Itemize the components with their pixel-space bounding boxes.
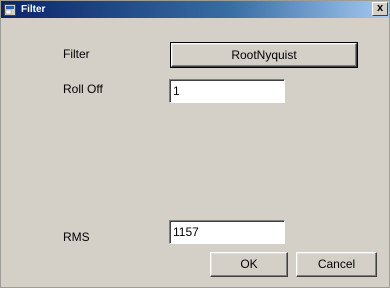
title-bar[interactable]: Filter x — [1, 1, 389, 18]
rms-input[interactable] — [169, 220, 285, 244]
ok-button[interactable]: OK — [210, 252, 288, 277]
close-icon: x — [376, 2, 384, 14]
rolloff-input[interactable] — [169, 79, 285, 103]
cancel-button[interactable]: Cancel — [296, 252, 377, 277]
app-icon — [4, 3, 16, 16]
filter-label: Filter — [63, 47, 90, 61]
close-button[interactable]: x — [372, 2, 388, 16]
rolloff-label: Roll Off — [63, 82, 103, 96]
window-title: Filter — [21, 4, 46, 15]
filter-type-button[interactable]: RootNyquist — [170, 42, 358, 68]
rms-label: RMS — [63, 230, 90, 244]
filter-dialog: Filter x Filter RootNyquist Roll Off RMS… — [0, 0, 390, 288]
